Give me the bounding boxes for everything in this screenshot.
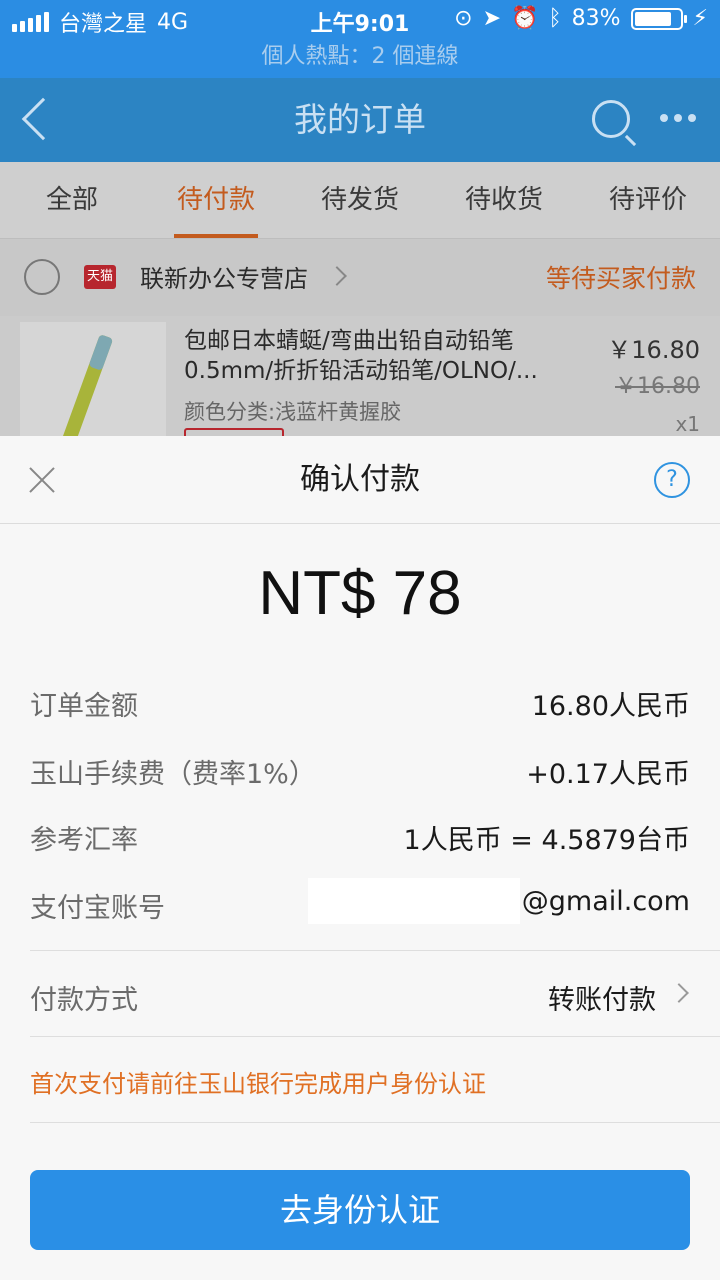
tmall-badge-icon: 天猫	[84, 265, 116, 289]
payment-method-value: 转账付款	[548, 985, 656, 1016]
status-bar: 台灣之星 4G 上午9:01 ⊙ ➤ ⏰ ᛒ 83% ⚡	[0, 0, 720, 40]
shop-name[interactable]: 联新办公专营店	[140, 259, 308, 294]
exchange-rate-label: 参考汇率	[30, 825, 138, 856]
confirm-payment-sheet: 确认付款 ? NT$ 78 订单金额 16.80人民币 玉山手续费（费率1%） …	[0, 436, 720, 1280]
verification-notice: 首次支付请前往玉山银行完成用户身份认证	[30, 1070, 486, 1098]
orientation-lock-icon: ⊙	[454, 6, 473, 31]
payment-amount: NT$ 78	[258, 559, 462, 628]
order-status-tabs: 全部 待付款 待发货 待收货 待评价	[0, 162, 720, 238]
location-icon: ➤	[482, 6, 502, 31]
battery-icon	[630, 7, 687, 30]
product-sku: 颜色分类:浅蓝杆黄握胶	[184, 400, 402, 424]
alarm-icon: ⏰	[511, 6, 539, 31]
shop-row[interactable]: 天猫 联新办公专营店 等待买家付款	[0, 238, 720, 316]
product-item[interactable]: 包邮日本蜻蜓/弯曲出铅自动铅笔0.5mm/折折铅活动铅笔/OLNO/... 颜色…	[0, 316, 720, 436]
select-order-radio[interactable]	[24, 259, 60, 295]
alipay-account-label: 支付宝账号	[30, 893, 165, 924]
alipay-account-value: @gmail.com	[521, 886, 690, 917]
more-options-icon[interactable]	[660, 114, 696, 122]
tab-all[interactable]: 全部	[0, 162, 144, 238]
verify-identity-button[interactable]: 去身份认证	[30, 1170, 690, 1250]
product-quantity: x1	[675, 412, 700, 436]
redacted-account-mask	[308, 878, 520, 924]
order-status: 等待买家付款	[545, 264, 696, 293]
sheet-title: 确认付款	[300, 462, 420, 497]
hotspot-banner[interactable]: 個人熱點：2 個連線	[0, 40, 720, 78]
chevron-right-icon	[669, 983, 689, 1003]
charging-icon: ⚡	[692, 6, 708, 31]
tab-pending-receipt[interactable]: 待收货	[432, 162, 576, 238]
bluetooth-icon: ᛒ	[548, 6, 562, 31]
tab-pending-payment[interactable]: 待付款	[144, 162, 288, 238]
tab-pending-review[interactable]: 待评价	[576, 162, 720, 238]
fee-value: +0.17人民币	[526, 759, 690, 790]
battery-percent: 83%	[571, 6, 621, 31]
divider	[30, 1122, 720, 1123]
divider	[30, 950, 720, 951]
order-amount-label: 订单金额	[30, 691, 138, 722]
exchange-rate-value: 1人民币 = 4.5879台币	[403, 825, 690, 856]
product-original-price: ￥16.80	[615, 374, 700, 399]
payment-method-label: 付款方式	[30, 985, 138, 1016]
sheet-header: 确认付款 ?	[0, 436, 720, 524]
navigation-bar: 我的订单	[0, 78, 720, 162]
tab-pending-shipment[interactable]: 待发货	[288, 162, 432, 238]
fee-label: 玉山手续费（费率1%）	[30, 759, 316, 790]
order-amount-value: 16.80人民币	[531, 691, 690, 722]
product-title: 包邮日本蜻蜓/弯曲出铅自动铅笔0.5mm/折折铅活动铅笔/OLNO/...	[184, 328, 538, 384]
divider	[30, 1036, 720, 1037]
search-icon[interactable]	[592, 100, 630, 138]
product-price: ￥16.80	[607, 336, 700, 364]
chevron-right-icon	[327, 266, 347, 286]
product-tag	[184, 428, 284, 436]
product-image	[20, 322, 166, 436]
help-icon[interactable]: ?	[654, 462, 690, 498]
